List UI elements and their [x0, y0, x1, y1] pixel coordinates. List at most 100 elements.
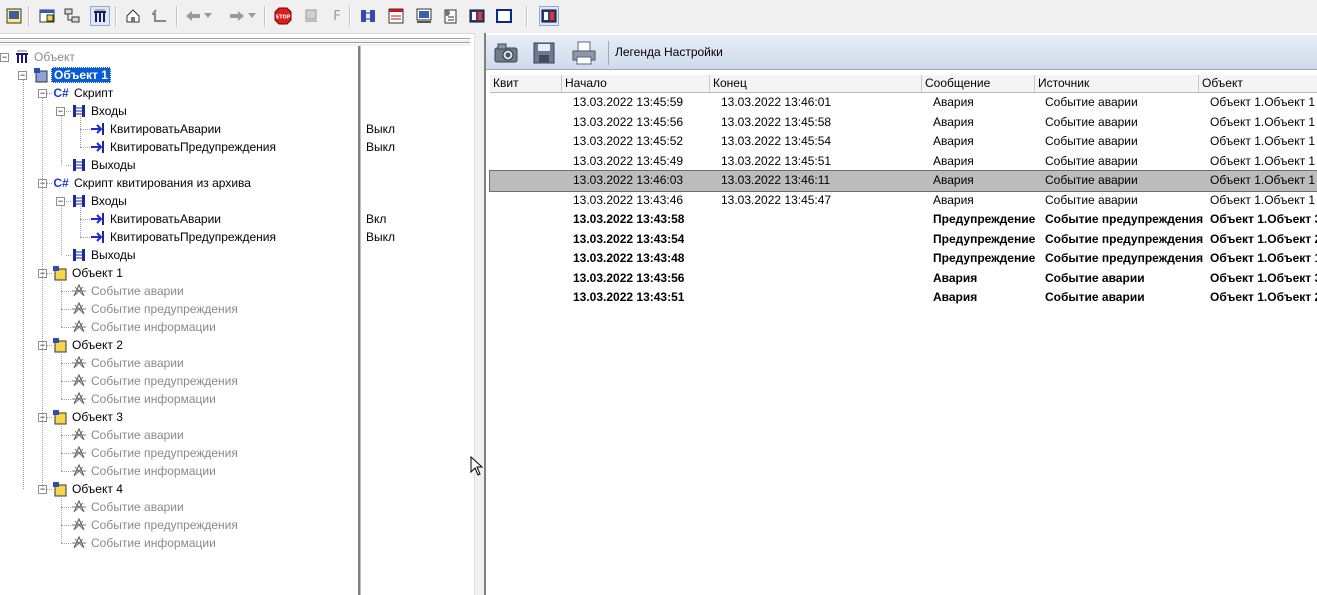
chevron-down-icon[interactable] — [247, 6, 257, 26]
cell-object: Объект 1.Объект 1 — [1210, 134, 1316, 148]
tree-item-event[interactable]: Событие аварии — [71, 426, 186, 444]
main-toolbar: STOP F — [0, 0, 1317, 34]
tree-item-event[interactable]: Событие информации — [71, 462, 218, 480]
column-header-source[interactable]: Источник — [1035, 75, 1199, 92]
column-header-end[interactable]: Конец — [710, 75, 922, 92]
collapse-toggle[interactable]: − — [0, 53, 9, 62]
tree-item-event[interactable]: Событие предупреждения — [71, 444, 240, 462]
tree-item-label: Объект 3 — [72, 410, 123, 424]
collapse-toggle[interactable]: − — [38, 89, 47, 98]
blank-window-icon[interactable] — [494, 6, 514, 26]
tree-connector — [61, 494, 62, 543]
tree-item-object-selected[interactable]: Объект 1 — [33, 66, 111, 84]
tree-item-io[interactable]: Выходы — [71, 156, 138, 174]
tree-item-script[interactable]: C# Скрипт — [52, 84, 115, 102]
chevron-down-icon[interactable] — [203, 6, 213, 26]
cell-message: Авария — [933, 153, 974, 168]
table-row-selected[interactable]: 13.03.2022 13:46:03 13.03.2022 13:46:11 Ав… — [489, 170, 1317, 192]
book-icon[interactable] — [467, 6, 487, 26]
collapse-toggle[interactable]: − — [56, 107, 65, 116]
collapse-toggle[interactable]: − — [56, 197, 65, 206]
save-icon[interactable] — [530, 39, 558, 67]
column-header-ack[interactable]: Квит — [490, 75, 562, 92]
table-row[interactable]: 13.03.2022 13:45:56 13.03.2022 13:45:58 Ав… — [490, 113, 1317, 133]
cell-end: 13.03.2022 13:45:47 — [721, 192, 832, 207]
f-icon[interactable]: F — [327, 6, 347, 26]
tree-item-label: Скрипт квитирования из архива — [74, 176, 251, 190]
cell-source: Событие аварии — [1045, 173, 1138, 187]
up-level-icon[interactable] — [150, 6, 170, 26]
column-header-object[interactable]: Объект — [1199, 75, 1317, 92]
tree-item-event[interactable]: Событие информации — [71, 534, 218, 552]
tree-connector — [61, 363, 71, 364]
back-arrow-icon[interactable] — [183, 6, 203, 26]
tree-item-root[interactable]: Объект — [14, 48, 77, 66]
legend-button[interactable]: Легенда — [615, 45, 661, 59]
tree-item-event[interactable]: Событие аварии — [71, 354, 186, 372]
event-icon — [71, 391, 87, 407]
table-row[interactable]: 13.03.2022 13:43:48 Предупреждение Событие… — [490, 249, 1317, 269]
tree-item-script[interactable]: C# Скрипт квитирования из архива — [52, 174, 253, 192]
tree-item-event[interactable]: Событие аварии — [71, 498, 186, 516]
tree-item-object[interactable]: Объект 4 — [52, 480, 125, 498]
table-row[interactable]: 13.03.2022 13:45:52 13.03.2022 13:45:54 Ав… — [490, 132, 1317, 152]
table-row[interactable]: 13.03.2022 13:43:56 Авария Событие аварии О… — [490, 269, 1317, 289]
monitor-disabled-icon[interactable] — [301, 6, 321, 26]
table-row[interactable]: 13.03.2022 13:43:54 Предупреждение Событие… — [490, 230, 1317, 250]
tree-item-object[interactable]: Объект 3 — [52, 408, 125, 426]
tree-item-io[interactable]: Выходы — [71, 246, 138, 264]
tree-item-input[interactable]: КвитироватьАварии — [90, 120, 223, 138]
tree-item-label: Событие предупреждения — [91, 446, 238, 460]
tree-item-label: КвитироватьПредупреждения — [110, 140, 276, 154]
event-icon — [71, 535, 87, 551]
form-icon[interactable] — [386, 6, 406, 26]
camera-icon[interactable] — [492, 39, 520, 67]
window-layout-icon[interactable] — [37, 6, 57, 26]
cell-start: 13.03.2022 13:45:49 — [573, 153, 684, 168]
io-block-icon — [71, 157, 87, 173]
tree-item-event[interactable]: Событие информации — [71, 318, 218, 336]
column-header-start[interactable]: Начало — [562, 75, 710, 92]
table-row[interactable]: 13.03.2022 13:43:51 Авария Событие аварии О… — [490, 288, 1317, 308]
stop-icon[interactable]: STOP — [273, 6, 293, 26]
cell-message: Авария — [933, 290, 978, 304]
value-column-divider[interactable] — [358, 46, 361, 595]
settings-doc-icon[interactable] — [440, 6, 460, 26]
tree-item-input[interactable]: КвитироватьАварии — [90, 210, 223, 228]
print-icon[interactable] — [570, 39, 598, 67]
object-icon — [52, 481, 68, 497]
table-header: Квит Начало Конец Сообщение Источник Объ… — [490, 75, 1317, 93]
tree-item-object[interactable]: Объект 2 — [52, 336, 125, 354]
connections-icon[interactable] — [358, 6, 378, 26]
home-icon[interactable] — [123, 6, 143, 26]
tree-item-input[interactable]: КвитироватьПредупреждения — [90, 228, 278, 246]
panel-grip[interactable] — [0, 38, 470, 46]
table-row[interactable]: 13.03.2022 13:45:49 13.03.2022 13:45:51 Ав… — [490, 152, 1317, 172]
tree-item-label: Входы — [91, 104, 127, 118]
column-header-message[interactable]: Сообщение — [922, 75, 1035, 92]
network-icon[interactable] — [62, 6, 82, 26]
tree-item-event[interactable]: Событие предупреждения — [71, 516, 240, 534]
tree-item-event[interactable]: Событие предупреждения — [71, 372, 240, 390]
tree-item-input[interactable]: КвитироватьПредупреждения — [90, 138, 278, 156]
tree-item-event[interactable]: Событие информации — [71, 390, 218, 408]
io-block-icon — [71, 193, 87, 209]
event-icon — [71, 517, 87, 533]
cell-source: Событие аварии — [1045, 153, 1138, 168]
alarm-book-icon[interactable] — [539, 6, 559, 26]
table-row[interactable]: 13.03.2022 13:43:58 Предупреждение Событие… — [490, 210, 1317, 230]
table-row[interactable]: 13.03.2022 13:45:59 13.03.2022 13:46:01 Ав… — [490, 93, 1317, 113]
forward-arrow-icon[interactable] — [227, 6, 247, 26]
tree-item-label: КвитироватьАварии — [110, 212, 222, 226]
table-row[interactable]: 13.03.2022 13:43:46 13.03.2022 13:45:47 Ав… — [490, 191, 1317, 211]
tree-connector — [61, 116, 62, 165]
collapse-toggle[interactable]: − — [18, 71, 27, 80]
tree-item-event[interactable]: Событие аварии — [71, 282, 186, 300]
object-tree-icon[interactable] — [90, 6, 110, 26]
properties-icon[interactable] — [4, 6, 24, 26]
tree-item-object[interactable]: Объект 1 — [52, 264, 125, 282]
tree-item-event[interactable]: Событие предупреждения — [71, 300, 240, 318]
settings-button[interactable]: Настройки — [664, 45, 723, 59]
terminal-icon[interactable] — [414, 6, 434, 26]
cell-object: Объект 1.Объект 1 — [1210, 251, 1317, 265]
